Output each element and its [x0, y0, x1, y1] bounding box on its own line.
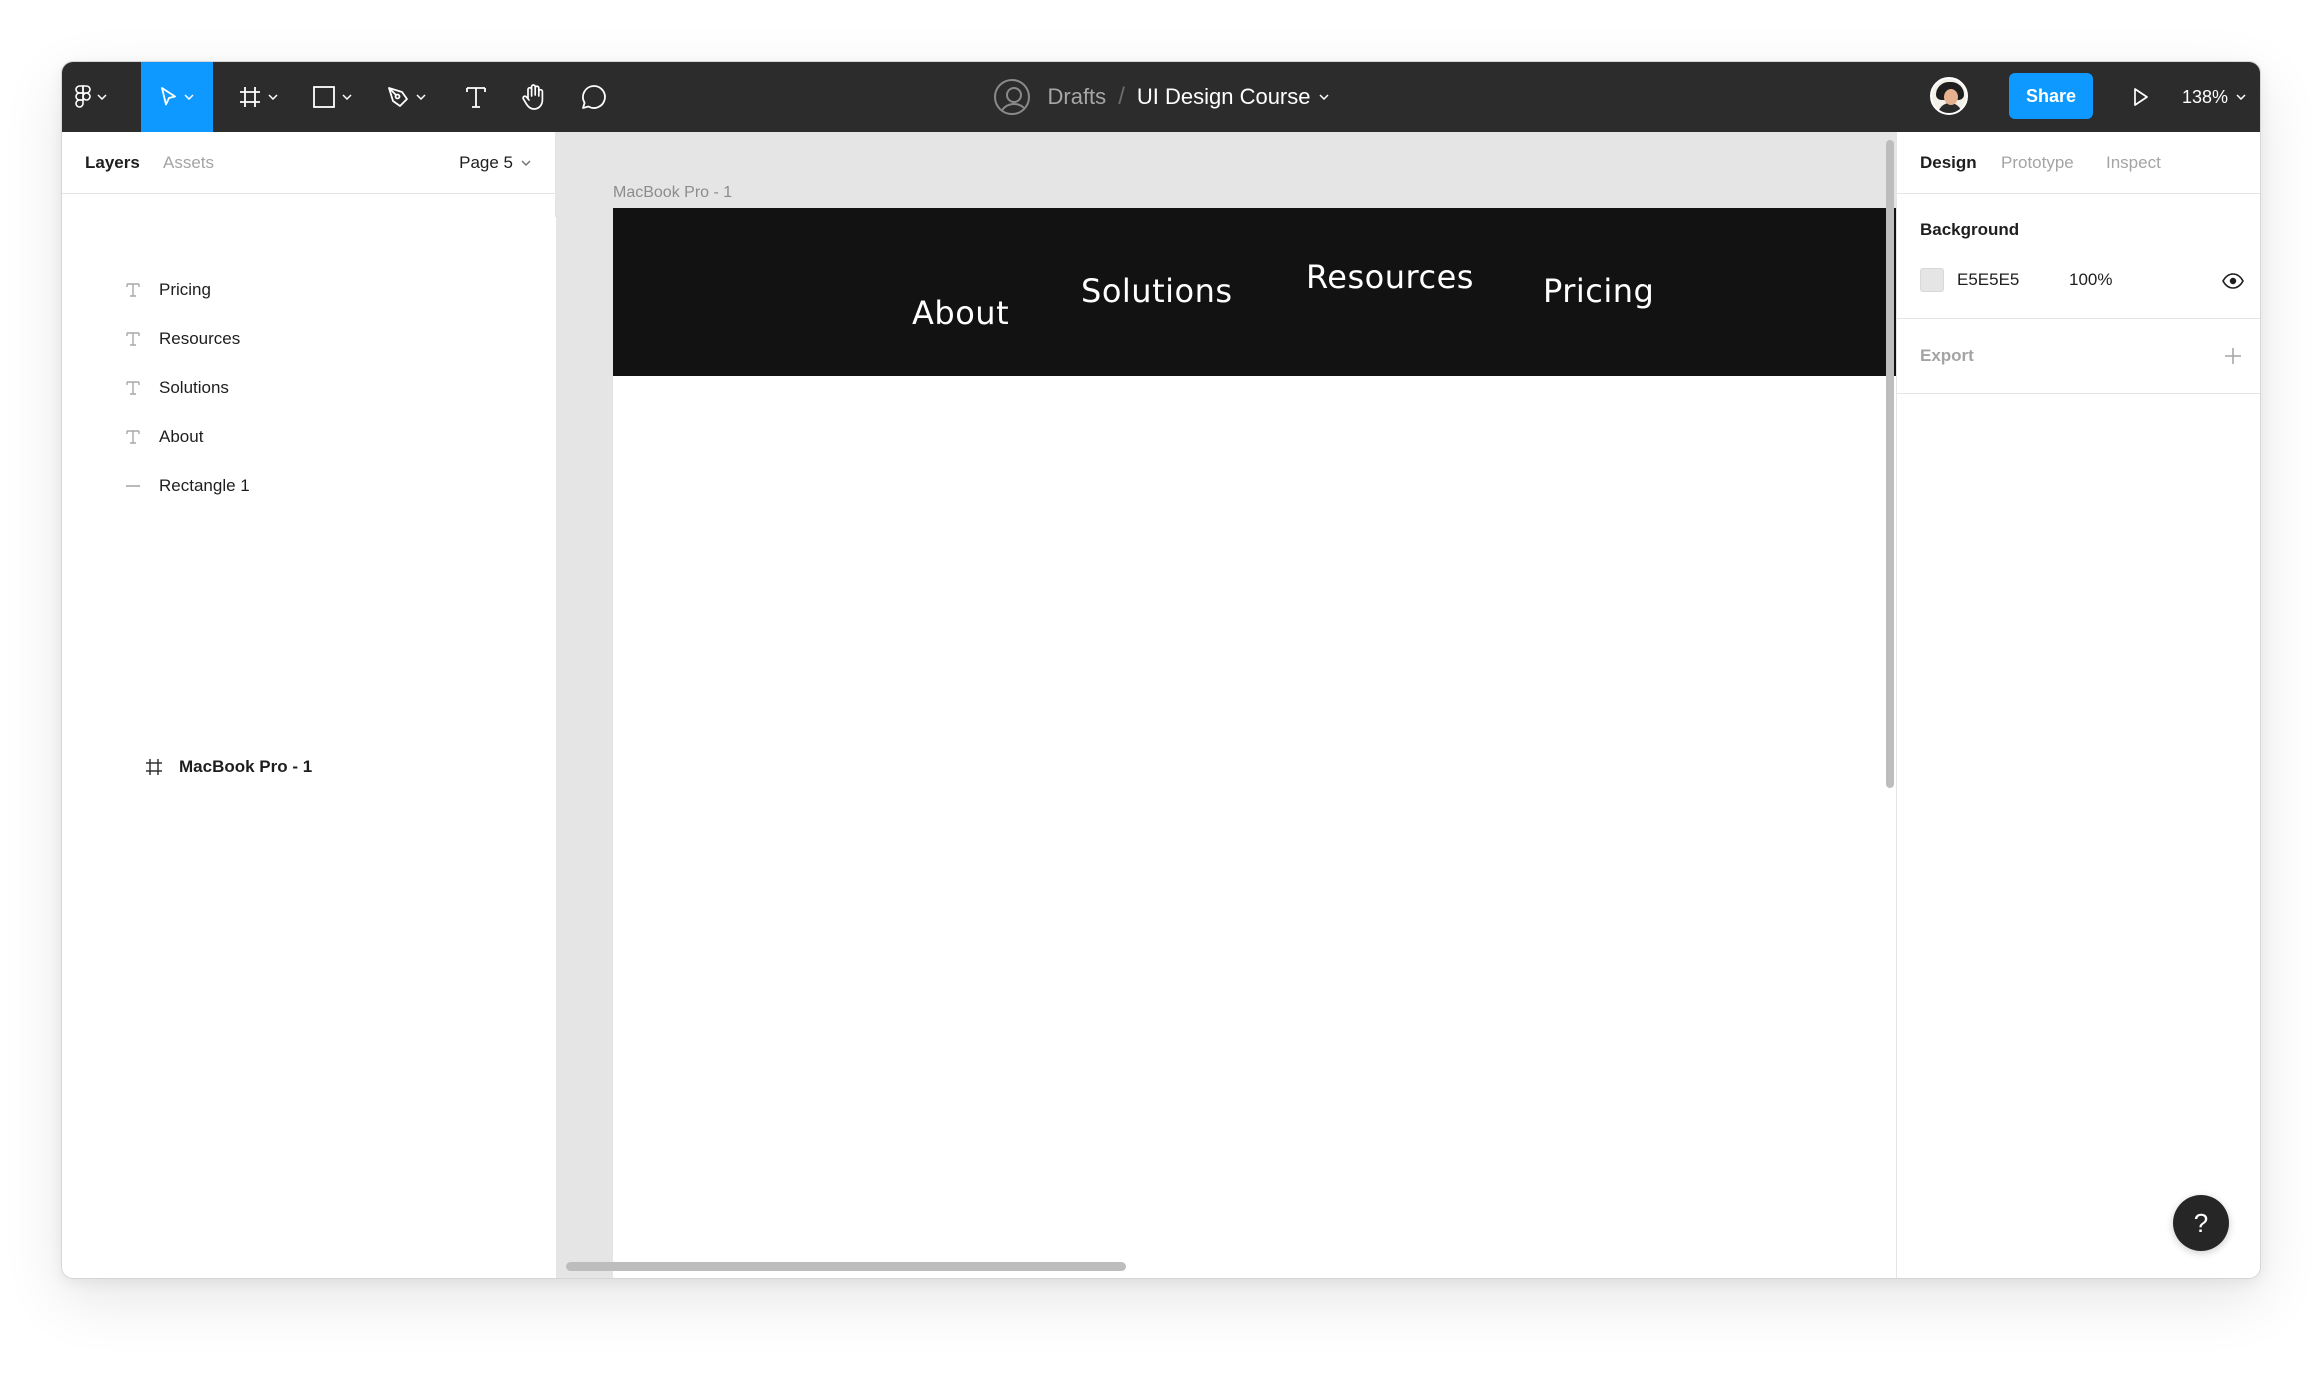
- nav-solutions[interactable]: Solutions: [1081, 272, 1233, 310]
- tab-layers[interactable]: Layers: [85, 132, 140, 194]
- nav-resources[interactable]: Resources: [1306, 258, 1474, 296]
- comment-tool-button[interactable]: [572, 62, 616, 132]
- zoom-level: 138%: [2182, 86, 2229, 107]
- pen-nib-icon: [388, 87, 408, 107]
- eye-icon[interactable]: [2221, 269, 2245, 293]
- text-layer-icon: [122, 377, 144, 399]
- frame-icon: [143, 756, 165, 778]
- right-panel-tabs: Design Prototype Inspect: [1897, 132, 2260, 194]
- file-name: UI Design Course: [1136, 84, 1311, 109]
- text-t-icon: [466, 87, 486, 108]
- file-name-menu[interactable]: UI Design Course: [1137, 84, 1329, 110]
- layer-name: MacBook Pro - 1: [179, 757, 313, 776]
- comment-bubble-icon: [582, 85, 606, 109]
- left-panel-tabs: Layers Assets Page 5: [62, 132, 555, 194]
- shape-tool-button[interactable]: [304, 62, 360, 132]
- chevron-down-icon: [521, 160, 531, 166]
- frame-hash-icon: [240, 87, 260, 107]
- present-button[interactable]: [2124, 80, 2158, 114]
- figma-logo-icon: [75, 85, 91, 108]
- breadcrumb-separator: /: [1118, 83, 1125, 110]
- layer-name: Resources: [159, 329, 241, 348]
- layer-name: Rectangle 1: [159, 476, 250, 495]
- horizontal-scrollbar[interactable]: [566, 1262, 1126, 1271]
- tab-inspect[interactable]: Inspect: [2106, 132, 2161, 194]
- navbar-rectangle[interactable]: About Solutions Resources Pricing: [613, 208, 1896, 376]
- move-tool-button[interactable]: [141, 62, 213, 132]
- layers-panel: Layers Assets Page 5 MacBook Pro - 1 Pri…: [62, 132, 1419, 1278]
- vertical-scrollbar[interactable]: [1886, 140, 1894, 788]
- layer-text-about[interactable]: About: [62, 413, 556, 461]
- layer-text-solutions[interactable]: Solutions: [62, 364, 556, 412]
- export-section: Export: [1897, 319, 2260, 394]
- rectangle-icon: [313, 86, 335, 108]
- tab-assets[interactable]: Assets: [163, 132, 214, 194]
- text-layer-icon: [122, 426, 144, 448]
- rectangle-layer-icon: [122, 475, 144, 497]
- help-button[interactable]: ?: [2173, 1195, 2229, 1251]
- chevron-down-icon: [342, 94, 352, 100]
- tab-prototype[interactable]: Prototype: [2001, 132, 2074, 194]
- tab-design[interactable]: Design: [1920, 132, 1977, 194]
- layer-rectangle-1[interactable]: Rectangle 1: [62, 462, 556, 510]
- export-title: Export: [1920, 346, 1974, 365]
- layer-name: Pricing: [159, 280, 211, 299]
- layer-text-resources[interactable]: Resources: [62, 315, 556, 363]
- hand-icon: [522, 84, 544, 110]
- app-window: Drafts / UI Design Course Share 138% Lay…: [61, 61, 2261, 1279]
- properties-panel: Design Prototype Inspect Background E5E5…: [1896, 132, 2260, 1278]
- text-layer-icon: [122, 279, 144, 301]
- nav-pricing[interactable]: Pricing: [1543, 272, 1654, 310]
- background-hex-value[interactable]: E5E5E5: [1957, 270, 2019, 290]
- main-menu-button[interactable]: [68, 62, 114, 132]
- frame-tool-button[interactable]: [230, 62, 286, 132]
- play-icon: [2134, 88, 2148, 106]
- chevron-down-icon: [416, 94, 426, 100]
- share-button[interactable]: Share: [2009, 73, 2093, 119]
- nav-about[interactable]: About: [912, 294, 1009, 332]
- text-tool-button[interactable]: [454, 62, 498, 132]
- background-color-swatch[interactable]: [1920, 268, 1944, 292]
- chevron-down-icon: [97, 94, 107, 100]
- macbook-frame[interactable]: About Solutions Resources Pricing: [613, 208, 1896, 1278]
- hand-tool-button[interactable]: [512, 62, 556, 132]
- text-layer-icon: [122, 328, 144, 350]
- chevron-down-icon: [184, 94, 194, 100]
- page-selector[interactable]: Page 5: [459, 132, 531, 194]
- background-opacity-value[interactable]: 100%: [2069, 270, 2112, 290]
- breadcrumb-drafts-link[interactable]: Drafts: [1048, 84, 1107, 110]
- cursor-arrow-icon: [161, 87, 176, 106]
- avatar-face: [1944, 89, 1958, 105]
- page-name: Page 5: [459, 153, 513, 172]
- add-export-icon[interactable]: [2221, 344, 2245, 368]
- chevron-down-icon: [2236, 94, 2246, 100]
- layer-name: About: [159, 427, 204, 446]
- layer-name: Solutions: [159, 378, 229, 397]
- zoom-menu[interactable]: 138%: [2182, 62, 2246, 132]
- pen-tool-button[interactable]: [378, 62, 434, 132]
- chevron-down-icon: [268, 94, 278, 100]
- layer-text-pricing[interactable]: Pricing: [62, 266, 556, 314]
- background-section: Background E5E5E5 100%: [1897, 194, 2260, 319]
- user-avatar[interactable]: [1930, 77, 1968, 115]
- frame-label[interactable]: MacBook Pro - 1: [613, 184, 732, 202]
- team-avatar-icon[interactable]: [993, 79, 1030, 115]
- chevron-down-icon: [1318, 94, 1329, 100]
- background-title: Background: [1920, 220, 2020, 239]
- canvas[interactable]: MacBook Pro - 1 About Solutions Resource…: [556, 132, 1896, 1278]
- toolbar: Drafts / UI Design Course Share 138%: [62, 62, 2260, 132]
